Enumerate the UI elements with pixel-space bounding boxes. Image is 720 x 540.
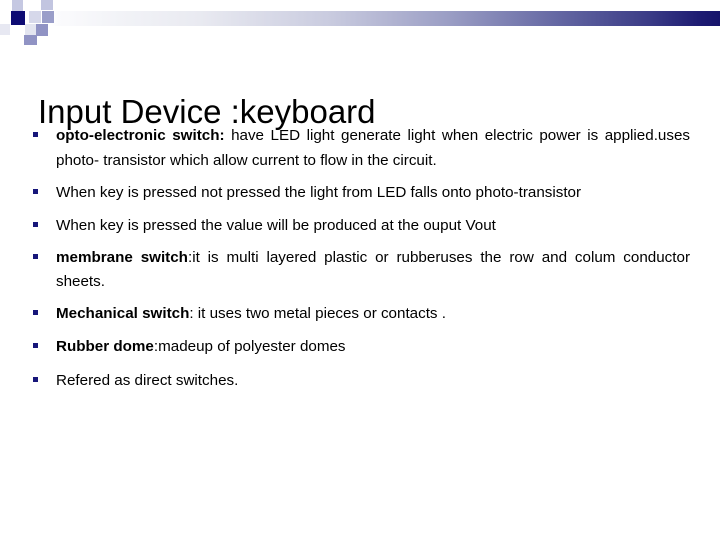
square-bullet-icon xyxy=(33,189,38,195)
bullet-text: Refered as direct switches. xyxy=(56,372,239,389)
square-bullet-icon xyxy=(33,343,38,349)
bullet-item: When key is pressed the value will be pr… xyxy=(30,214,690,239)
bullet-item: membrane switch:it is multi layered plas… xyxy=(30,246,690,295)
bullet-item: Rubber dome:madeup of polyester domes xyxy=(30,335,690,360)
decoration-square-1 xyxy=(30,0,41,11)
corner-squares-decoration xyxy=(0,0,60,45)
bullet-text: Rubber dome:madeup of polyester domes xyxy=(56,338,346,356)
decoration-square-0 xyxy=(12,0,23,11)
header-gradient-bar xyxy=(0,11,720,26)
bullet-term: Rubber dome xyxy=(56,338,154,356)
square-bullet-icon xyxy=(33,221,38,227)
bullet-term: membrane switch xyxy=(56,248,188,266)
decoration-square-4 xyxy=(29,11,41,23)
square-bullet-icon xyxy=(33,309,38,315)
slide-body: opto-electronic switch: have LED light g… xyxy=(30,124,690,394)
decoration-square-3 xyxy=(11,11,25,25)
slide-canvas: Input Device :keyboard opto-electronic s… xyxy=(0,0,720,540)
decoration-square-9 xyxy=(24,35,37,45)
decoration-square-7 xyxy=(36,24,48,36)
decoration-square-5 xyxy=(42,11,54,23)
decoration-square-8 xyxy=(0,24,10,35)
bullet-text: When key is pressed the value will be pr… xyxy=(56,216,496,234)
bullet-text: opto-electronic switch: have LED light g… xyxy=(56,127,690,169)
bullet-item: Mechanical switch: it uses two metal pie… xyxy=(30,302,690,327)
bullet-term: opto-electronic switch: xyxy=(56,127,225,144)
bullet-text: When key is pressed not pressed the ligh… xyxy=(56,184,582,202)
square-bullet-icon xyxy=(33,253,38,259)
square-bullet-icon xyxy=(33,377,38,382)
decoration-square-6 xyxy=(25,24,36,35)
bullet-term: Mechanical switch xyxy=(56,304,190,322)
bullet-item: When key is pressed not pressed the ligh… xyxy=(30,181,690,206)
square-bullet-icon xyxy=(33,132,38,137)
bullet-item: Refered as direct switches. xyxy=(30,369,690,394)
decoration-square-2 xyxy=(41,0,53,10)
bullet-text: Mechanical switch: it uses two metal pie… xyxy=(56,304,446,322)
bullet-item: opto-electronic switch: have LED light g… xyxy=(30,124,690,173)
bullet-text: membrane switch:it is multi layered plas… xyxy=(56,248,691,291)
